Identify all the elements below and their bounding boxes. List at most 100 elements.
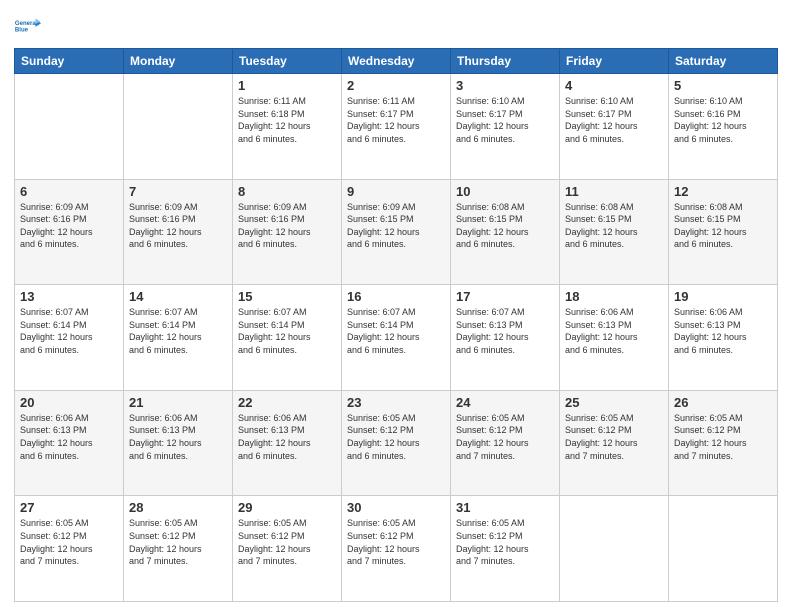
day-number: 11	[565, 184, 663, 199]
calendar-cell: 31 Sunrise: 6:05 AM Sunset: 6:12 PM Dayli…	[451, 496, 560, 602]
day-info: Sunrise: 6:05 AM Sunset: 6:12 PM Dayligh…	[238, 517, 336, 567]
week-row-2: 6 Sunrise: 6:09 AM Sunset: 6:16 PM Daylig…	[15, 179, 778, 285]
calendar-cell	[669, 496, 778, 602]
day-header-thursday: Thursday	[451, 49, 560, 74]
day-number: 13	[20, 289, 118, 304]
day-info: Sunrise: 6:11 AM Sunset: 6:17 PM Dayligh…	[347, 95, 445, 145]
day-info: Sunrise: 6:10 AM Sunset: 6:16 PM Dayligh…	[674, 95, 772, 145]
calendar-cell	[124, 74, 233, 180]
calendar-cell: 25 Sunrise: 6:05 AM Sunset: 6:12 PM Dayli…	[560, 390, 669, 496]
day-info: Sunrise: 6:06 AM Sunset: 6:13 PM Dayligh…	[129, 412, 227, 462]
svg-text:Blue: Blue	[15, 28, 29, 34]
day-number: 17	[456, 289, 554, 304]
day-number: 15	[238, 289, 336, 304]
day-number: 25	[565, 395, 663, 410]
calendar-cell: 9 Sunrise: 6:09 AM Sunset: 6:15 PM Daylig…	[342, 179, 451, 285]
day-info: Sunrise: 6:07 AM Sunset: 6:14 PM Dayligh…	[347, 306, 445, 356]
logo: GeneralBlue	[14, 12, 42, 40]
day-info: Sunrise: 6:05 AM Sunset: 6:12 PM Dayligh…	[456, 517, 554, 567]
day-number: 8	[238, 184, 336, 199]
header: GeneralBlue	[14, 12, 778, 40]
calendar-cell: 15 Sunrise: 6:07 AM Sunset: 6:14 PM Dayli…	[233, 285, 342, 391]
calendar-cell: 5 Sunrise: 6:10 AM Sunset: 6:16 PM Daylig…	[669, 74, 778, 180]
calendar-cell	[560, 496, 669, 602]
calendar-cell: 29Sunrise: 6:05 AM Sunset: 6:12 PM Dayli…	[233, 496, 342, 602]
calendar-cell: 17 Sunrise: 6:07 AM Sunset: 6:13 PM Dayli…	[451, 285, 560, 391]
day-info: Sunrise: 6:07 AM Sunset: 6:14 PM Dayligh…	[238, 306, 336, 356]
day-number: 9	[347, 184, 445, 199]
day-number: 3	[456, 78, 554, 93]
calendar-cell: 28 Sunrise: 6:05 AM Sunset: 6:12 PM Dayli…	[124, 496, 233, 602]
day-info: Sunrise: 6:08 AM Sunset: 6:15 PM Dayligh…	[674, 201, 772, 251]
calendar-cell: 30 Sunrise: 6:05 AM Sunset: 6:12 PM Dayli…	[342, 496, 451, 602]
calendar-cell: 11 Sunrise: 6:08 AM Sunset: 6:15 PM Dayli…	[560, 179, 669, 285]
calendar-cell: 20 Sunrise: 6:06 AM Sunset: 6:13 PM Dayli…	[15, 390, 124, 496]
week-row-3: 13 Sunrise: 6:07 AM Sunset: 6:14 PM Dayli…	[15, 285, 778, 391]
day-info: Sunrise: 6:11 AM Sunset: 6:18 PM Dayligh…	[238, 95, 336, 145]
calendar-cell: 16 Sunrise: 6:07 AM Sunset: 6:14 PM Dayli…	[342, 285, 451, 391]
week-row-1: 1 Sunrise: 6:11 AM Sunset: 6:18 PM Daylig…	[15, 74, 778, 180]
day-info: Sunrise: 6:05 AM Sunset: 6:12 PM Dayligh…	[565, 412, 663, 462]
day-number: 26	[674, 395, 772, 410]
day-info: Sunrise: 6:06 AM Sunset: 6:13 PM Dayligh…	[674, 306, 772, 356]
calendar-cell: 14Sunrise: 6:07 AM Sunset: 6:14 PM Dayli…	[124, 285, 233, 391]
logo-icon: GeneralBlue	[14, 12, 42, 40]
day-info: Sunrise: 6:07 AM Sunset: 6:14 PM Dayligh…	[129, 306, 227, 356]
page: GeneralBlue SundayMondayTuesdayWednesday…	[0, 0, 792, 612]
calendar-cell: 27Sunrise: 6:05 AM Sunset: 6:12 PM Dayli…	[15, 496, 124, 602]
day-info: Sunrise: 6:06 AM Sunset: 6:13 PM Dayligh…	[238, 412, 336, 462]
day-number: 21	[129, 395, 227, 410]
day-number: 2	[347, 78, 445, 93]
calendar-cell: 12 Sunrise: 6:08 AM Sunset: 6:15 PM Dayli…	[669, 179, 778, 285]
day-header-saturday: Saturday	[669, 49, 778, 74]
day-info: Sunrise: 6:07 AM Sunset: 6:13 PM Dayligh…	[456, 306, 554, 356]
calendar-cell: 4Sunrise: 6:10 AM Sunset: 6:17 PM Daylig…	[560, 74, 669, 180]
day-header-tuesday: Tuesday	[233, 49, 342, 74]
day-info: Sunrise: 6:06 AM Sunset: 6:13 PM Dayligh…	[20, 412, 118, 462]
calendar-cell: 2 Sunrise: 6:11 AM Sunset: 6:17 PM Daylig…	[342, 74, 451, 180]
day-number: 6	[20, 184, 118, 199]
calendar-cell: 21 Sunrise: 6:06 AM Sunset: 6:13 PM Dayli…	[124, 390, 233, 496]
day-header-wednesday: Wednesday	[342, 49, 451, 74]
calendar-cell: 19 Sunrise: 6:06 AM Sunset: 6:13 PM Dayli…	[669, 285, 778, 391]
day-info: Sunrise: 6:09 AM Sunset: 6:16 PM Dayligh…	[238, 201, 336, 251]
calendar-cell: 7Sunrise: 6:09 AM Sunset: 6:16 PM Daylig…	[124, 179, 233, 285]
day-header-friday: Friday	[560, 49, 669, 74]
day-info: Sunrise: 6:10 AM Sunset: 6:17 PM Dayligh…	[565, 95, 663, 145]
header-row: SundayMondayTuesdayWednesdayThursdayFrid…	[15, 49, 778, 74]
day-number: 19	[674, 289, 772, 304]
day-number: 1	[238, 78, 336, 93]
week-row-4: 20 Sunrise: 6:06 AM Sunset: 6:13 PM Dayli…	[15, 390, 778, 496]
day-number: 5	[674, 78, 772, 93]
day-info: Sunrise: 6:08 AM Sunset: 6:15 PM Dayligh…	[456, 201, 554, 251]
day-info: Sunrise: 6:05 AM Sunset: 6:12 PM Dayligh…	[347, 412, 445, 462]
day-info: Sunrise: 6:07 AM Sunset: 6:14 PM Dayligh…	[20, 306, 118, 356]
week-row-5: 27Sunrise: 6:05 AM Sunset: 6:12 PM Dayli…	[15, 496, 778, 602]
calendar-cell: 6 Sunrise: 6:09 AM Sunset: 6:16 PM Daylig…	[15, 179, 124, 285]
day-number: 28	[129, 500, 227, 515]
day-number: 18	[565, 289, 663, 304]
day-info: Sunrise: 6:09 AM Sunset: 6:16 PM Dayligh…	[20, 201, 118, 251]
day-info: Sunrise: 6:05 AM Sunset: 6:12 PM Dayligh…	[129, 517, 227, 567]
calendar-cell: 24Sunrise: 6:05 AM Sunset: 6:12 PM Dayli…	[451, 390, 560, 496]
svg-text:General: General	[15, 21, 38, 27]
day-number: 22	[238, 395, 336, 410]
day-info: Sunrise: 6:09 AM Sunset: 6:15 PM Dayligh…	[347, 201, 445, 251]
calendar: SundayMondayTuesdayWednesdayThursdayFrid…	[14, 48, 778, 602]
day-header-sunday: Sunday	[15, 49, 124, 74]
day-info: Sunrise: 6:05 AM Sunset: 6:12 PM Dayligh…	[20, 517, 118, 567]
calendar-cell: 22 Sunrise: 6:06 AM Sunset: 6:13 PM Dayli…	[233, 390, 342, 496]
day-number: 30	[347, 500, 445, 515]
calendar-cell: 1 Sunrise: 6:11 AM Sunset: 6:18 PM Daylig…	[233, 74, 342, 180]
day-number: 16	[347, 289, 445, 304]
day-info: Sunrise: 6:05 AM Sunset: 6:12 PM Dayligh…	[347, 517, 445, 567]
calendar-cell: 3 Sunrise: 6:10 AM Sunset: 6:17 PM Daylig…	[451, 74, 560, 180]
day-info: Sunrise: 6:10 AM Sunset: 6:17 PM Dayligh…	[456, 95, 554, 145]
calendar-cell: 18Sunrise: 6:06 AM Sunset: 6:13 PM Dayli…	[560, 285, 669, 391]
calendar-cell: 23Sunrise: 6:05 AM Sunset: 6:12 PM Dayli…	[342, 390, 451, 496]
day-info: Sunrise: 6:08 AM Sunset: 6:15 PM Dayligh…	[565, 201, 663, 251]
day-number: 12	[674, 184, 772, 199]
day-number: 31	[456, 500, 554, 515]
calendar-cell: 13 Sunrise: 6:07 AM Sunset: 6:14 PM Dayli…	[15, 285, 124, 391]
day-number: 20	[20, 395, 118, 410]
